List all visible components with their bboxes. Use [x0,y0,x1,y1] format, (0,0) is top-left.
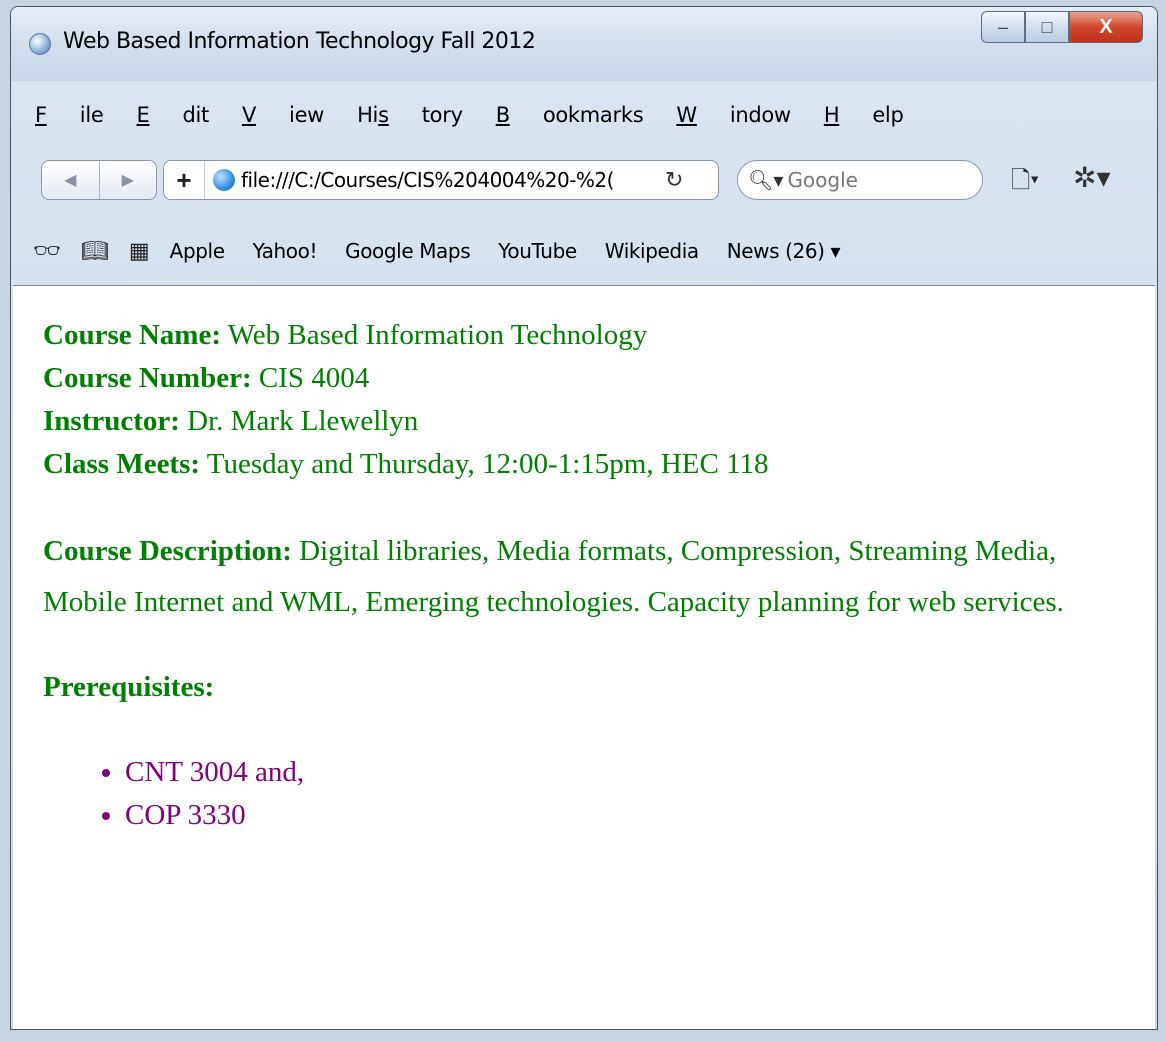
prerequisites-heading: Prerequisites: [43,671,215,703]
bookmarks-bar: 👓︎ 📖︎ ▦ Apple Yahoo! Google Maps YouTube… [11,229,1157,273]
menu-history[interactable]: His tory [357,103,463,127]
instructor-line: Instructor: Dr. Mark Llewellyn [43,400,1155,443]
bookmark-google-maps[interactable]: Google Maps [345,239,471,263]
course-number-line: Course Number: CIS 4004 [43,357,1155,400]
class-meets-value: Tuesday and Thursday, 12:00-1:15pm, HEC … [200,448,769,480]
course-name-value: Web Based Information Technology [220,319,648,351]
course-number-value: CIS 4004 [251,362,370,394]
grid-icon[interactable]: ▦ [129,239,150,264]
back-button[interactable]: ◀ [42,161,100,199]
window-controls: – □ X [981,11,1143,49]
course-number-label: Course Number: [43,362,252,394]
reading-glasses-icon[interactable]: 👓︎ [33,239,61,264]
close-button[interactable]: X [1069,11,1143,43]
search-box[interactable]: 🔍︎▾ [737,160,983,200]
url-field[interactable]: file:///C:/Courses/CIS%204004%20-%2( [241,168,659,192]
instructor-label: Instructor: [43,405,180,437]
bookmark-yahoo[interactable]: Yahoo! [253,239,318,263]
page-content: Course Name: Web Based Information Techn… [13,285,1155,1029]
open-book-icon[interactable]: 📖︎ [81,239,109,264]
search-icon[interactable]: 🔍︎▾ [748,168,783,193]
list-item: CNT 3004 and, [125,751,1155,794]
description-label: Course Description: [43,535,292,567]
bookmark-wikipedia[interactable]: Wikipedia [605,239,699,263]
browser-window: Web Based Information Technology Fall 20… [10,6,1158,1030]
menu-help[interactable]: Help [824,103,904,127]
menu-bar: File Edit View His tory Bookmarks Window … [11,95,1157,135]
forward-button[interactable]: ▶ [100,161,157,199]
menu-file[interactable]: File [35,103,104,127]
minimize-button[interactable]: – [981,11,1025,43]
search-input[interactable] [785,167,970,193]
back-forward-group: ◀ ▶ [41,160,157,200]
browser-app-icon [29,33,51,55]
menu-view[interactable]: View [242,103,324,127]
bookmark-news[interactable]: News (26) ▾ [727,239,841,263]
menu-bookmarks[interactable]: Bookmarks [496,103,644,127]
course-description: Course Description: Digital libraries, M… [43,526,1155,628]
add-bookmark-button[interactable]: + [164,161,205,199]
class-meets-label: Class Meets: [43,448,201,480]
course-name-line: Course Name: Web Based Information Techn… [43,314,1155,357]
list-item: COP 3330 [125,794,1155,837]
class-meets-line: Class Meets: Tuesday and Thursday, 12:00… [43,443,1155,486]
page-menu-icon[interactable]: 🗋▾ [1011,163,1039,204]
globe-icon [213,169,235,191]
reload-icon[interactable]: ↻ [665,167,683,193]
course-name-label: Course Name: [43,319,221,351]
navigation-toolbar: ◀ ▶ + file:///C:/Courses/CIS%204004%20-%… [11,155,1157,203]
window-title: Web Based Information Technology Fall 20… [63,29,536,54]
forward-arrow-icon: ▶ [121,172,134,189]
menu-window[interactable]: Window [676,103,791,127]
back-arrow-icon: ◀ [64,172,77,189]
maximize-button[interactable]: □ [1025,11,1069,43]
address-bar[interactable]: + file:///C:/Courses/CIS%204004%20-%2( ↻ [163,160,719,200]
prerequisites-list: CNT 3004 and, COP 3330 [43,751,1155,837]
gear-icon[interactable]: ✲▾ [1073,161,1111,194]
bookmark-apple[interactable]: Apple [170,239,225,263]
bookmark-youtube[interactable]: YouTube [498,239,577,263]
title-bar[interactable]: Web Based Information Technology Fall 20… [11,7,1157,81]
instructor-value: Dr. Mark Llewellyn [179,405,419,437]
menu-edit[interactable]: Edit [136,103,209,127]
